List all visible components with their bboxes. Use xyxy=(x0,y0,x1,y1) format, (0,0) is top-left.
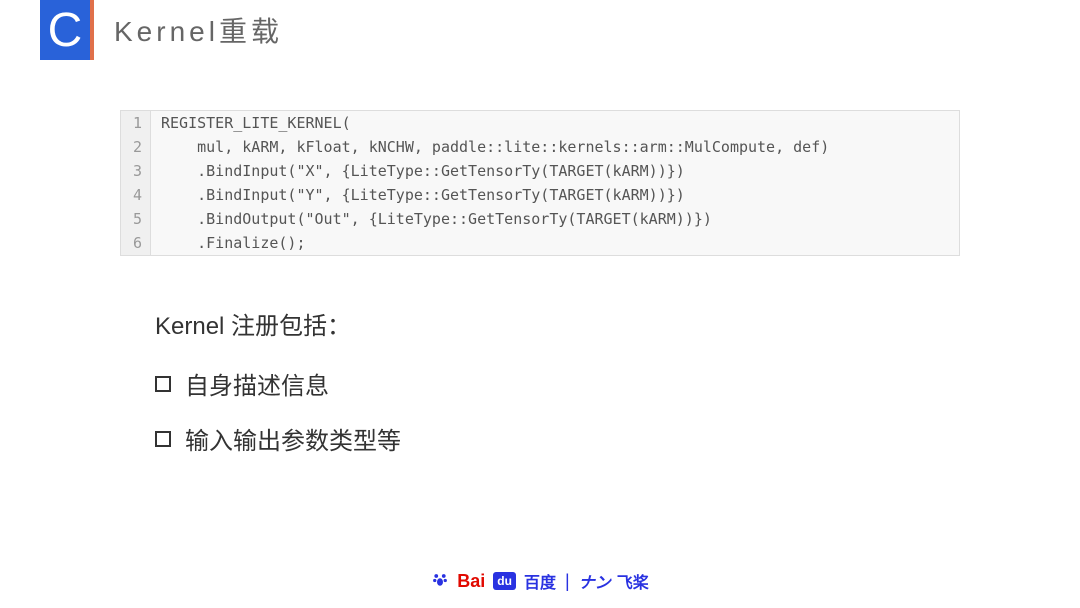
bullet-text: 输入输出参数类型等 xyxy=(185,421,401,456)
baidu-paw-icon xyxy=(431,570,449,593)
line-number: 1 xyxy=(121,111,151,135)
code-text: mul, kARM, kFloat, kNCHW, paddle::lite::… xyxy=(151,135,829,159)
code-line: 2 mul, kARM, kFloat, kNCHW, paddle::lite… xyxy=(121,135,959,159)
square-bullet-icon xyxy=(155,376,171,392)
code-text: .BindOutput("Out", {LiteType::GetTensorT… xyxy=(151,207,712,231)
accent-bar xyxy=(90,0,94,60)
line-number: 2 xyxy=(121,135,151,159)
baidu-cn-text: 百度 xyxy=(524,569,556,593)
code-text: REGISTER_LITE_KERNEL( xyxy=(151,111,351,135)
line-number: 6 xyxy=(121,231,151,255)
code-line: 6 .Finalize(); xyxy=(121,231,959,255)
code-line: 3 .BindInput("X", {LiteType::GetTensorTy… xyxy=(121,159,959,183)
content-heading: Kernel 注册包括： xyxy=(155,306,1080,341)
square-bullet-icon xyxy=(155,431,171,447)
code-line: 4 .BindInput("Y", {LiteType::GetTensorTy… xyxy=(121,183,959,207)
line-number: 5 xyxy=(121,207,151,231)
code-line: 1 REGISTER_LITE_KERNEL( xyxy=(121,111,959,135)
slide-title: Kernel重载 xyxy=(114,10,283,50)
line-number: 3 xyxy=(121,159,151,183)
line-number: 4 xyxy=(121,183,151,207)
baidu-du-box: du xyxy=(493,572,516,590)
code-text: .Finalize(); xyxy=(151,231,306,255)
code-block: 1 REGISTER_LITE_KERNEL( 2 mul, kARM, kFl… xyxy=(120,110,960,256)
content-area: Kernel 注册包括： 自身描述信息 输入输出参数类型等 xyxy=(155,306,1080,456)
footer-divider: | xyxy=(565,571,570,592)
bullet-text: 自身描述信息 xyxy=(185,366,329,401)
bullet-item: 输入输出参数类型等 xyxy=(155,421,1080,456)
section-letter: C xyxy=(40,0,90,60)
baidu-bai-text: Bai xyxy=(457,571,485,592)
code-text: .BindInput("Y", {LiteType::GetTensorTy(T… xyxy=(151,183,685,207)
slide-header: C Kernel重载 xyxy=(0,0,1080,60)
paddle-cn-text: 飞桨 xyxy=(617,569,649,593)
code-line: 5 .BindOutput("Out", {LiteType::GetTenso… xyxy=(121,207,959,231)
bullet-item: 自身描述信息 xyxy=(155,366,1080,401)
code-text: .BindInput("X", {LiteType::GetTensorTy(T… xyxy=(151,159,685,183)
footer-logos: Bai du 百度 | ナン 飞桨 xyxy=(0,569,1080,593)
paddle-logo-text: ナン xyxy=(579,569,611,593)
